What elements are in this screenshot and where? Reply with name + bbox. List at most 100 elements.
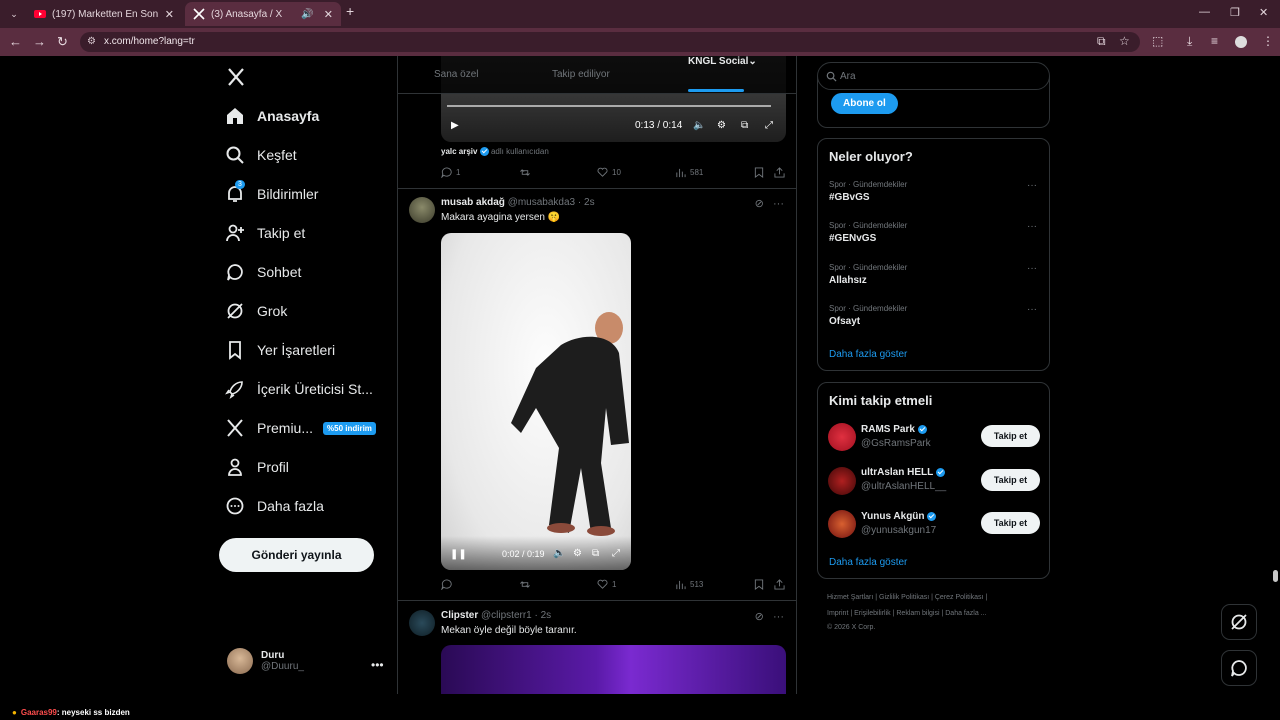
views-button[interactable]: 581 xyxy=(675,167,703,178)
grok-icon[interactable]: ⊘ xyxy=(755,198,764,210)
suggested-user-handle[interactable]: @yunusakgun17 xyxy=(861,525,936,536)
x-logo-icon[interactable] xyxy=(227,68,245,86)
fullscreen-icon[interactable]: ⤢ xyxy=(765,120,773,131)
browser-tab-x[interactable]: (3) Anasayfa / X 🔊 ✕ xyxy=(185,2,341,26)
author-name[interactable]: musab akdağ xyxy=(441,197,505,208)
close-window-button[interactable]: ✕ xyxy=(1259,6,1268,19)
grok-icon[interactable]: ⊘ xyxy=(755,611,764,623)
pip-icon[interactable]: ⧉ xyxy=(592,548,599,559)
author-name[interactable]: Clipster xyxy=(441,610,478,621)
video-player[interactable] xyxy=(441,645,786,694)
chat-floating-button[interactable] xyxy=(1221,650,1257,686)
settings-icon[interactable]: ⚙ xyxy=(717,120,726,131)
media-icon[interactable]: ≡ xyxy=(1211,34,1218,48)
follow-button[interactable]: Takip et xyxy=(981,425,1040,447)
post-button[interactable]: Gönderi yayınla xyxy=(219,538,374,572)
suggested-user-handle[interactable]: @GsRamsPark xyxy=(861,438,931,449)
repost-button[interactable] xyxy=(519,579,535,590)
sidebar-item-follow[interactable]: Takip et xyxy=(225,218,305,248)
follow-button[interactable]: Takip et xyxy=(981,512,1040,534)
fullscreen-icon[interactable]: ⤢ xyxy=(612,548,620,559)
post-more-icon[interactable]: ··· xyxy=(773,198,784,210)
sidebar-item-profile[interactable]: Profil xyxy=(225,452,289,482)
video-attribution[interactable]: yalc arşiv adlı kullanıcıdan xyxy=(441,147,549,157)
tab-search-button[interactable]: ⌄ xyxy=(4,5,24,23)
follow-button[interactable]: Takip et xyxy=(981,469,1040,491)
sidebar-item-explore[interactable]: Keşfet xyxy=(225,140,297,170)
reply-button[interactable]: 1 xyxy=(441,167,460,178)
scrollbar-thumb[interactable] xyxy=(1273,570,1278,582)
sidebar-item-more[interactable]: Daha fazla xyxy=(225,491,324,521)
sidebar-item-grok[interactable]: Grok xyxy=(225,296,287,326)
back-icon[interactable]: ← xyxy=(9,35,22,48)
bookmark-star-icon[interactable]: ☆ xyxy=(1119,34,1130,48)
author-handle[interactable]: @clipsterr1 xyxy=(481,610,532,621)
footer-links[interactable]: Hizmet Şartları | Gizlilik Politikası | … xyxy=(827,594,987,601)
settings-icon[interactable]: ⚙ xyxy=(573,548,582,559)
address-bar[interactable]: ⚙ x.com/home?lang=tr xyxy=(80,32,1140,52)
menu-icon[interactable]: ⋮ xyxy=(1262,34,1274,48)
avatar[interactable] xyxy=(828,423,856,451)
pip-icon[interactable]: ⧉ xyxy=(741,120,748,131)
video-player[interactable]: ❚❚ 0:02 / 0:19 🔈 ⚙ ⧉ ⤢ xyxy=(441,233,631,570)
avatar[interactable] xyxy=(409,610,435,636)
footer-links[interactable]: Imprint | Erişilebilirlik | Reklam bilgi… xyxy=(827,610,987,617)
sidebar-item-home[interactable]: Anasayfa xyxy=(225,101,319,131)
like-button[interactable]: 1 xyxy=(597,579,616,590)
downloads-icon[interactable]: ⤓ xyxy=(1187,34,1192,49)
grok-floating-button[interactable] xyxy=(1221,604,1257,640)
site-info-icon[interactable]: ⚙ xyxy=(87,36,96,47)
like-button[interactable]: 10 xyxy=(597,167,621,178)
trend-more-icon[interactable]: ··· xyxy=(1027,304,1037,315)
sidebar-item-creator-studio[interactable]: İçerik Üreticisi St... xyxy=(225,374,373,404)
tab-following[interactable]: Takip ediliyor xyxy=(552,69,610,80)
browser-tab-youtube[interactable]: (197) Marketten En Son Çıkan 2 ✕ xyxy=(26,2,182,26)
post-time[interactable]: · 2s xyxy=(535,610,552,621)
minimize-button[interactable]: — xyxy=(1199,6,1210,18)
page-scrollbar[interactable] xyxy=(1271,60,1279,694)
profile-avatar-icon[interactable] xyxy=(1235,36,1247,48)
trend-more-icon[interactable]: ··· xyxy=(1027,221,1037,232)
sidebar-item-bookmarks[interactable]: Yer İşaretleri xyxy=(225,335,335,365)
bookmark-button[interactable] xyxy=(754,579,768,590)
play-icon[interactable]: ▶ xyxy=(451,120,459,131)
install-app-icon[interactable]: ⧉ xyxy=(1097,34,1106,49)
sidebar-item-notifications[interactable]: 3 Bildirimler xyxy=(225,179,318,209)
subscribe-button[interactable]: Abone ol xyxy=(831,93,898,114)
tab-for-you[interactable]: Sana özel xyxy=(434,69,478,80)
forward-icon[interactable]: → xyxy=(33,35,46,48)
share-button[interactable] xyxy=(774,167,789,178)
suggested-user-name[interactable]: Yunus Akgün xyxy=(861,511,937,522)
repost-button[interactable] xyxy=(519,167,535,178)
author-handle[interactable]: @musabakda3 xyxy=(508,197,575,208)
bookmark-button[interactable] xyxy=(754,167,768,178)
account-more-icon[interactable]: ••• xyxy=(371,658,384,672)
speaker-icon[interactable]: 🔊 xyxy=(301,9,313,20)
show-more-link[interactable]: Daha fazla göster xyxy=(829,349,907,360)
extensions-icon[interactable]: ⬚ xyxy=(1152,34,1163,48)
account-switcher[interactable]: Duru @Duuru_ xyxy=(227,648,304,674)
show-more-link[interactable]: Daha fazla göster xyxy=(829,557,907,568)
close-tab-icon[interactable]: ✕ xyxy=(165,8,174,21)
tab-kngl-social[interactable]: KNGL Social ⌄ xyxy=(688,56,757,67)
pause-icon[interactable]: ❚❚ xyxy=(450,549,467,560)
suggested-user-handle[interactable]: @ultrAslanHELL__ xyxy=(861,481,946,492)
suggested-user-name[interactable]: ultrAslan HELL xyxy=(861,467,945,478)
share-button[interactable] xyxy=(774,579,789,590)
restore-button[interactable]: ❐ xyxy=(1230,6,1240,19)
reload-icon[interactable]: ↻ xyxy=(57,35,68,48)
trend-more-icon[interactable]: ··· xyxy=(1027,263,1037,274)
post-time[interactable]: · 2s xyxy=(578,197,595,208)
suggested-user-name[interactable]: RAMS Park xyxy=(861,424,927,435)
sidebar-item-premium[interactable]: Premiu... %50 indirim xyxy=(225,413,376,443)
avatar[interactable] xyxy=(828,510,856,538)
new-tab-button[interactable]: + xyxy=(346,3,354,19)
volume-icon[interactable]: 🔈 xyxy=(693,120,705,131)
avatar[interactable] xyxy=(409,197,435,223)
trend-more-icon[interactable]: ··· xyxy=(1027,180,1037,191)
volume-icon[interactable]: 🔈 xyxy=(553,548,565,559)
sidebar-item-chat[interactable]: Sohbet xyxy=(225,257,301,287)
video-progress-bar[interactable] xyxy=(447,105,771,107)
avatar[interactable] xyxy=(828,467,856,495)
close-tab-icon[interactable]: ✕ xyxy=(324,8,333,21)
